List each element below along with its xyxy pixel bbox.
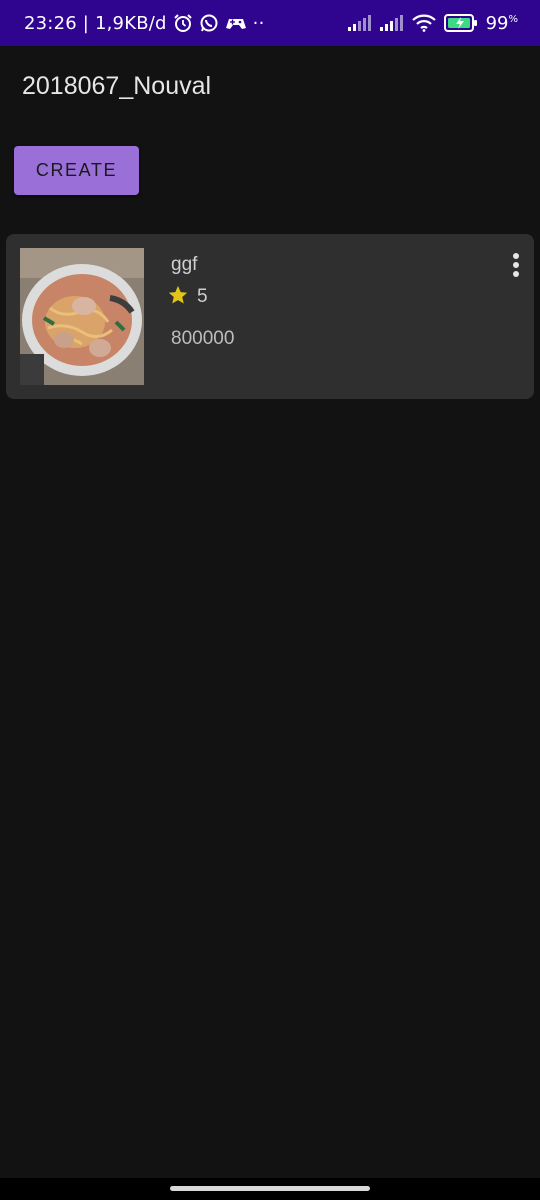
wifi-icon [411,14,436,32]
star-icon [167,284,189,311]
battery-percent: 99% [486,13,518,34]
signal-icon [379,15,404,31]
game-controller-icon [225,14,247,32]
item-name: ggf [171,254,198,275]
status-time: 23:26 | 1,9KB/d [24,12,167,34]
battery-percent-unit: % [508,13,518,25]
status-right: 99% [347,0,518,46]
list-item[interactable]: ggf 5 800000 [6,234,534,399]
battery-percent-value: 99 [485,12,509,34]
rating-value: 5 [197,286,208,307]
battery-charging-icon [443,14,478,32]
rating: 5 [167,284,208,310]
status-left: 23:26 | 1,9KB/d ·· [24,0,265,46]
signal-icon [347,15,372,31]
home-indicator[interactable] [170,1186,370,1191]
whatsapp-icon [199,13,219,33]
page-title: 2018067_Nouval [22,72,212,100]
status-bar: 23:26 | 1,9KB/d ·· 99% [0,0,540,46]
status-dots: ·· [252,12,265,34]
navigation-bar [0,1178,540,1200]
food-photo [20,248,144,385]
alarm-icon [173,13,193,33]
more-options-icon[interactable] [504,250,528,280]
create-button[interactable]: CREATE [14,146,139,195]
item-price: 800000 [171,328,235,349]
